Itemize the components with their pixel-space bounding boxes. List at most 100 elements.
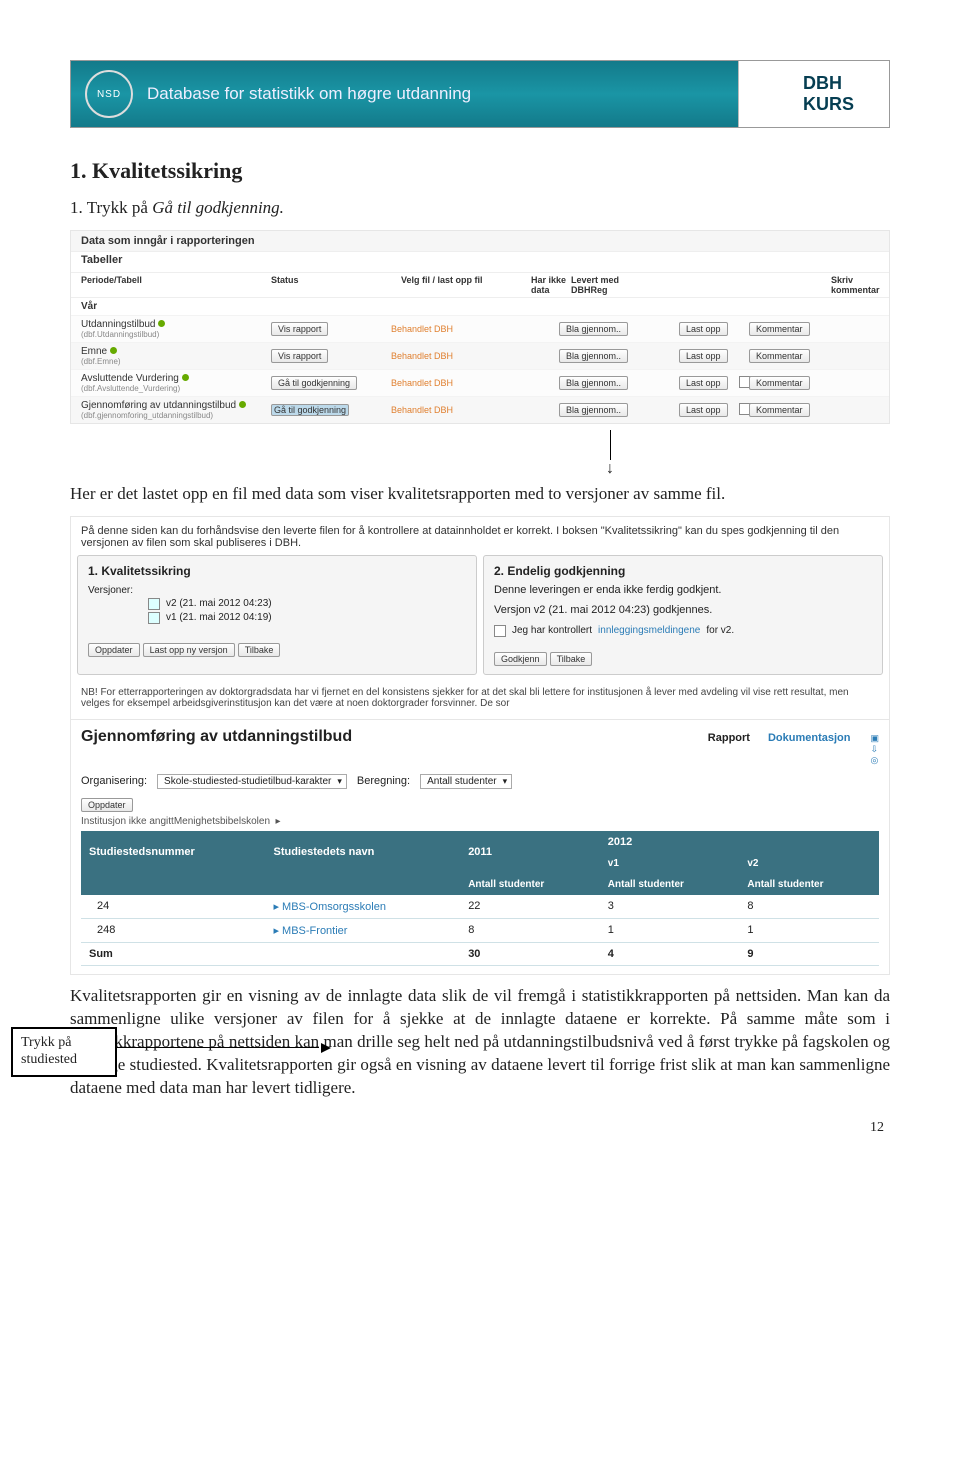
shot1-vaar: Vår — [71, 298, 889, 315]
th-navn: Studiestedets navn — [265, 831, 460, 874]
th-sub-3: Antall studenter — [739, 874, 879, 895]
status-dot-icon — [182, 374, 189, 381]
status-text: Behandlet DBH — [391, 405, 511, 415]
oppdater-button-2[interactable]: Oppdater — [81, 798, 133, 812]
checkbox-v2[interactable] — [148, 598, 160, 610]
right-line2: Versjon v2 (21. mai 2012 04:23) godkjenn… — [494, 604, 872, 616]
card-kvalitetssikring: 1. Kvalitetssikring Versjoner: v2 (21. m… — [77, 555, 477, 675]
version-v1: v1 (21. mai 2012 04:19) — [166, 612, 272, 623]
last-opp-ny-button[interactable]: Last opp ny versjon — [143, 643, 235, 657]
delivery-row: Gjennomføring av utdanningstilbud (dbf.g… — [71, 396, 889, 423]
tab-rapport[interactable]: Rapport — [708, 732, 750, 744]
banner-title: Database for statistikk om høgre utdanni… — [147, 84, 738, 104]
oppdater-button[interactable]: Oppdater — [88, 643, 140, 657]
th-sub-2: Antall studenter — [600, 874, 740, 895]
col-periode: Periode/Tabell — [81, 275, 271, 295]
last-opp-button[interactable]: Last opp — [679, 376, 728, 390]
th-v2: v2 — [739, 853, 879, 874]
tilbake-button-left[interactable]: Tilbake — [238, 643, 281, 657]
chk-link[interactable]: innleggingsmeldingene — [598, 625, 700, 636]
versjoner-label: Versjoner: — [88, 585, 133, 596]
delivery-row: Emne (dbf.Emne)Vis rapport Behandlet DBH B… — [71, 342, 889, 369]
action-button[interactable]: Vis rapport — [271, 322, 328, 336]
th-studiestedsnummer: Studiestedsnummer — [81, 831, 265, 874]
callout-arrow-icon — [101, 1047, 331, 1051]
callout-studiested: Trykk på studiested — [11, 1027, 117, 1077]
step-1: 1. Trykk på Gå til godkjenning. — [70, 198, 890, 218]
panel-intro: På denne siden kan du forhåndsvise den l… — [71, 517, 889, 555]
col-harikke: Har ikke data — [531, 275, 571, 295]
th-2012: 2012 — [600, 831, 879, 853]
card-right-title: 2. Endelig godkjenning — [494, 564, 872, 578]
shot1-subtitle: Tabeller — [71, 252, 889, 272]
subpanel-title: Gjennomføring av utdanningstilbud — [81, 728, 352, 746]
banner-right-logo: DBH KURS — [738, 61, 889, 127]
status-dot-icon — [158, 320, 165, 327]
col-kommentar: Skriv kommentar — [831, 275, 891, 295]
bla-gjennom-button[interactable]: Bla gjennom.. — [559, 403, 628, 417]
action-button[interactable]: Gå til godkjenning — [271, 404, 349, 416]
beregning-label: Beregning: — [357, 775, 410, 787]
chk-tail: for v2. — [706, 625, 734, 636]
kommentar-button[interactable]: Kommentar — [749, 349, 810, 363]
last-opp-button[interactable]: Last opp — [679, 322, 728, 336]
row-name: Emne (dbf.Emne) — [81, 346, 271, 366]
studiested-link[interactable]: ▸ MBS-Frontier — [265, 918, 460, 942]
card-endelig-godkjenning: 2. Endelig godkjenning Denne leveringen … — [483, 555, 883, 675]
th-2011: 2011 — [460, 831, 600, 874]
checkbox-v1[interactable] — [148, 612, 160, 624]
intro-text-2: Her er det lastet opp en fil med data so… — [70, 483, 890, 506]
section-heading: 1. Kvalitetssikring — [70, 158, 890, 184]
status-text: Behandlet DBH — [391, 324, 511, 334]
kommentar-button[interactable]: Kommentar — [749, 403, 810, 417]
last-opp-button[interactable]: Last opp — [679, 403, 728, 417]
beregning-select[interactable]: Antall studenter — [420, 774, 512, 789]
main-paragraph: Kvalitetsrapporten gir en visning av de … — [70, 985, 890, 1100]
last-opp-button[interactable]: Last opp — [679, 349, 728, 363]
card-left-title: 1. Kvalitetssikring — [88, 564, 466, 578]
breadcrumb[interactable]: Institusjon ikke angittMenighetsbibelsko… — [81, 816, 879, 827]
nsd-logo — [85, 70, 133, 118]
chk-label: Jeg har kontrollert — [512, 625, 592, 636]
tab-dokumentasjon[interactable]: Dokumentasjon — [768, 732, 851, 744]
status-text: Behandlet DBH — [391, 351, 511, 361]
organisering-select[interactable]: Skole-studiested-studietilbud-karakter — [157, 774, 347, 789]
col-velg: Velg fil / last opp fil — [401, 275, 531, 295]
kommentar-button[interactable]: Kommentar — [749, 376, 810, 390]
table-row: 248▸ MBS-Frontier811 — [81, 918, 879, 942]
export-icons[interactable]: ▣⇩◎ — [870, 733, 879, 766]
sum-row: Sum 30 4 9 — [81, 942, 879, 965]
th-sub-1: Antall studenter — [460, 874, 600, 895]
status-text: Behandlet DBH — [391, 378, 511, 388]
col-status: Status — [271, 275, 401, 295]
row-name: Gjennomføring av utdanningstilbud (dbf.g… — [81, 400, 271, 420]
shot1-title: Data som inngår i rapporteringen — [71, 231, 889, 252]
banner-right-bottom: KURS — [803, 94, 825, 115]
action-button[interactable]: Gå til godkjenning — [271, 376, 357, 390]
step-1-link: Gå til godkjenning. — [152, 198, 284, 217]
godkjenn-button[interactable]: Godkjenn — [494, 652, 547, 666]
step-1-prefix: 1. Trykk på — [70, 198, 152, 217]
screenshot-deliveries: Data som inngår i rapporteringen Tabelle… — [70, 230, 890, 424]
kommentar-button[interactable]: Kommentar — [749, 322, 810, 336]
bla-gjennom-button[interactable]: Bla gjennom.. — [559, 376, 628, 390]
col-levert: Levert med DBHReg — [571, 275, 621, 295]
banner-right-top: DBH — [803, 73, 825, 94]
studiested-link[interactable]: ▸ MBS-Omsorgsskolen — [265, 895, 460, 919]
bla-gjennom-button[interactable]: Bla gjennom.. — [559, 322, 628, 336]
panel-nb-note: NB! For etterrapporteringen av doktorgra… — [71, 681, 889, 719]
bla-gjennom-button[interactable]: Bla gjennom.. — [559, 349, 628, 363]
row-name: Avsluttende Vurdering (dbf.Avsluttende_V… — [81, 373, 271, 393]
right-line1: Denne leveringen er enda ikke ferdig god… — [494, 584, 872, 596]
tilbake-button-right[interactable]: Tilbake — [550, 652, 593, 666]
site-banner: Database for statistikk om høgre utdanni… — [70, 60, 890, 128]
data-table: Studiestedsnummer Studiestedets navn 201… — [81, 831, 879, 966]
th-v1: v1 — [600, 853, 740, 874]
screenshot-godkjenning: På denne siden kan du forhåndsvise den l… — [70, 516, 890, 975]
delivery-row: Utdanningstilbud (dbf.Utdanningstilbud)V… — [71, 315, 889, 342]
shot1-columns: Periode/Tabell Status Velg fil / last op… — [71, 272, 889, 298]
action-button[interactable]: Vis rapport — [271, 349, 328, 363]
version-v2: v2 (21. mai 2012 04:23) — [166, 598, 272, 609]
status-dot-icon — [110, 347, 117, 354]
checkbox-kontrollert[interactable] — [494, 625, 506, 637]
